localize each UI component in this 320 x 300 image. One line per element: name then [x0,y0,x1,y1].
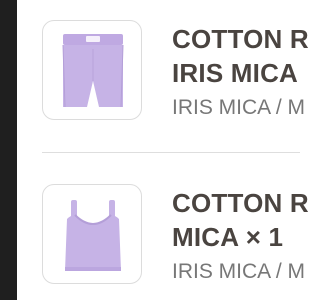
product-title-line-2: MICA × 1 [172,222,284,252]
shorts-icon [62,34,124,108]
divider [42,152,300,153]
product-title-line-2: IRIS MICA [172,58,299,88]
product-thumbnail[interactable] [42,184,142,284]
product-title-line-1: COTTON R [172,188,309,218]
product-title[interactable]: COTTON R IRIS MICA [172,22,320,90]
tank-top-icon [65,200,121,271]
product-title-line-1: COTTON R [172,24,309,54]
product-thumbnail[interactable] [42,20,142,120]
product-variant: IRIS MICA / M [172,260,306,283]
left-rail [0,0,17,300]
product-variant: IRIS MICA / M [172,96,306,119]
product-title[interactable]: COTTON R MICA × 1 [172,186,320,254]
